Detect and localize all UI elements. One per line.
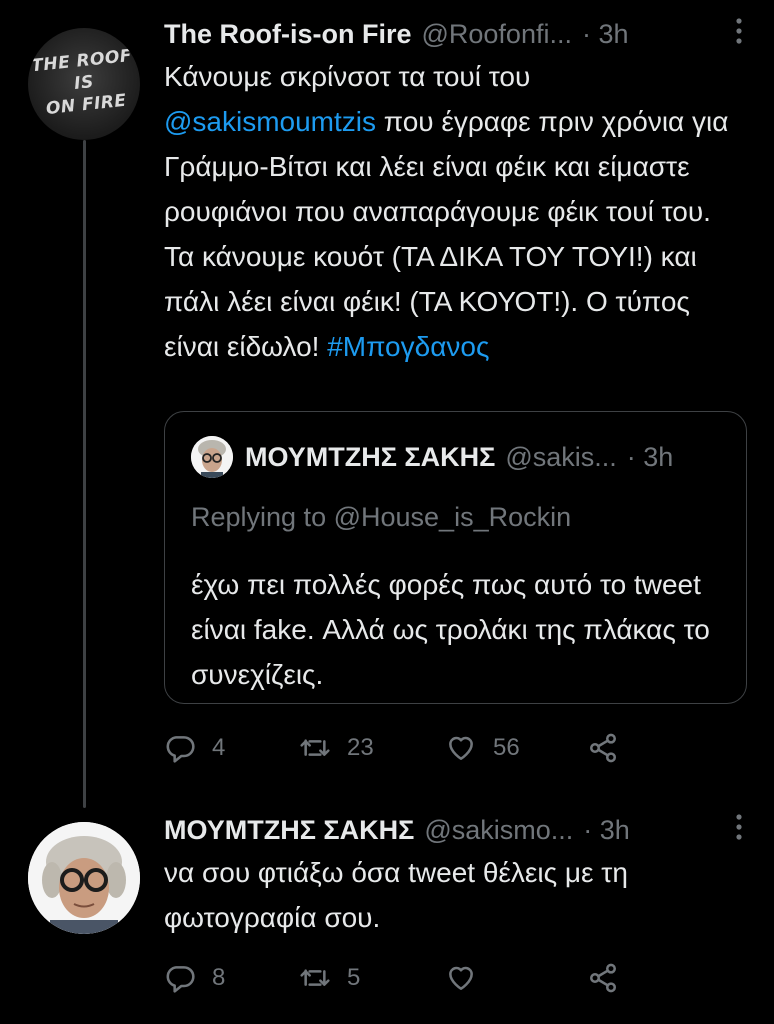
replying-prefix: Replying to [191, 502, 334, 532]
tweet[interactable]: The Roof-is-on Fire @Roofonfi... · 3h Κά… [164, 16, 748, 369]
replying-to: Replying to @House_is_Rockin [191, 502, 571, 533]
timestamp[interactable]: · 3h [583, 815, 630, 846]
reply-icon [166, 966, 195, 993]
tweet-text-part: Κάνουμε σκρίνσοτ τα τουί του [164, 61, 531, 92]
quoted-timestamp: · 3h [626, 441, 674, 472]
share-button[interactable] [587, 732, 619, 764]
tweet-text: Κάνουμε σκρίνσοτ τα τουί του @sakismoumt… [164, 54, 748, 369]
retweet-count: 23 [347, 734, 374, 761]
author-handle[interactable]: @Roofonfi... [421, 19, 571, 50]
avatar[interactable]: THE ROOF IS ON FIRE [28, 28, 140, 140]
quoted-avatar [191, 436, 233, 478]
reply-count: 8 [212, 964, 226, 991]
quoted-tweet[interactable]: ΜΟΥΜΤΖΗΣ ΣΑΚΗΣ @sakis... · 3h Replying t… [164, 411, 747, 704]
tweet-text: να σου φτιάξω όσα tweet θέλεις με τη φωτ… [164, 857, 628, 933]
reply-button[interactable]: 8 [164, 962, 299, 994]
tweet[interactable]: ΜΟΥΜΤΖΗΣ ΣΑΚΗΣ @sakismo... · 3h να σου φ… [164, 812, 748, 940]
tweet-header: The Roof-is-on Fire @Roofonfi... · 3h [164, 16, 748, 52]
tweet-header: ΜΟΥΜΤΖΗΣ ΣΑΚΗΣ @sakismo... · 3h [164, 812, 748, 848]
more-icon[interactable] [734, 813, 748, 848]
tweet-actions: 8 5 [164, 958, 619, 998]
avatar[interactable] [28, 822, 140, 934]
author-name[interactable]: ΜΟΥΜΤΖΗΣ ΣΑΚΗΣ [164, 815, 414, 846]
share-icon [590, 963, 616, 993]
reply-button[interactable]: 4 [164, 732, 299, 764]
like-icon [449, 966, 473, 990]
like-icon [449, 736, 473, 760]
author-name[interactable]: The Roof-is-on Fire [164, 19, 411, 50]
retweet-button[interactable]: 23 [299, 732, 445, 764]
retweet-count: 5 [347, 964, 361, 991]
quoted-tweet-text: έχω πει πολλές φορές πως αυτό το tweet ε… [191, 569, 710, 690]
thread-connector-line [83, 140, 86, 808]
quoted-author-handle: @sakis... [505, 441, 617, 472]
share-icon [590, 733, 616, 763]
tweet-actions: 4 23 56 [164, 728, 619, 768]
tweet-text-part: που έγραφε πριν χρόνια για Γράμμο-Βίτσι … [164, 106, 729, 362]
retweet-button[interactable]: 5 [299, 962, 445, 994]
mention-link[interactable]: @sakismoumtzis [164, 106, 376, 137]
timestamp[interactable]: · 3h [582, 19, 629, 50]
hashtag-link[interactable]: #Μπογδανος [327, 331, 489, 362]
quoted-author-name: ΜΟΥΜΤΖΗΣ ΣΑΚΗΣ [245, 441, 496, 472]
reply-count: 4 [212, 734, 226, 761]
quoted-tweet-header: ΜΟΥΜΤΖΗΣ ΣΑΚΗΣ @sakis... · 3h [191, 436, 731, 478]
reply-icon [166, 736, 195, 763]
retweet-icon [300, 969, 330, 986]
like-button[interactable] [445, 962, 587, 994]
more-icon[interactable] [734, 17, 748, 52]
author-handle[interactable]: @sakismo... [424, 815, 573, 846]
share-button[interactable] [587, 962, 619, 994]
like-count: 56 [493, 734, 520, 761]
retweet-icon [300, 739, 330, 756]
like-button[interactable]: 56 [445, 732, 587, 764]
replying-to-handle[interactable]: @House_is_Rockin [334, 502, 572, 532]
avatar-logo: THE ROOF IS ON FIRE [30, 45, 133, 120]
